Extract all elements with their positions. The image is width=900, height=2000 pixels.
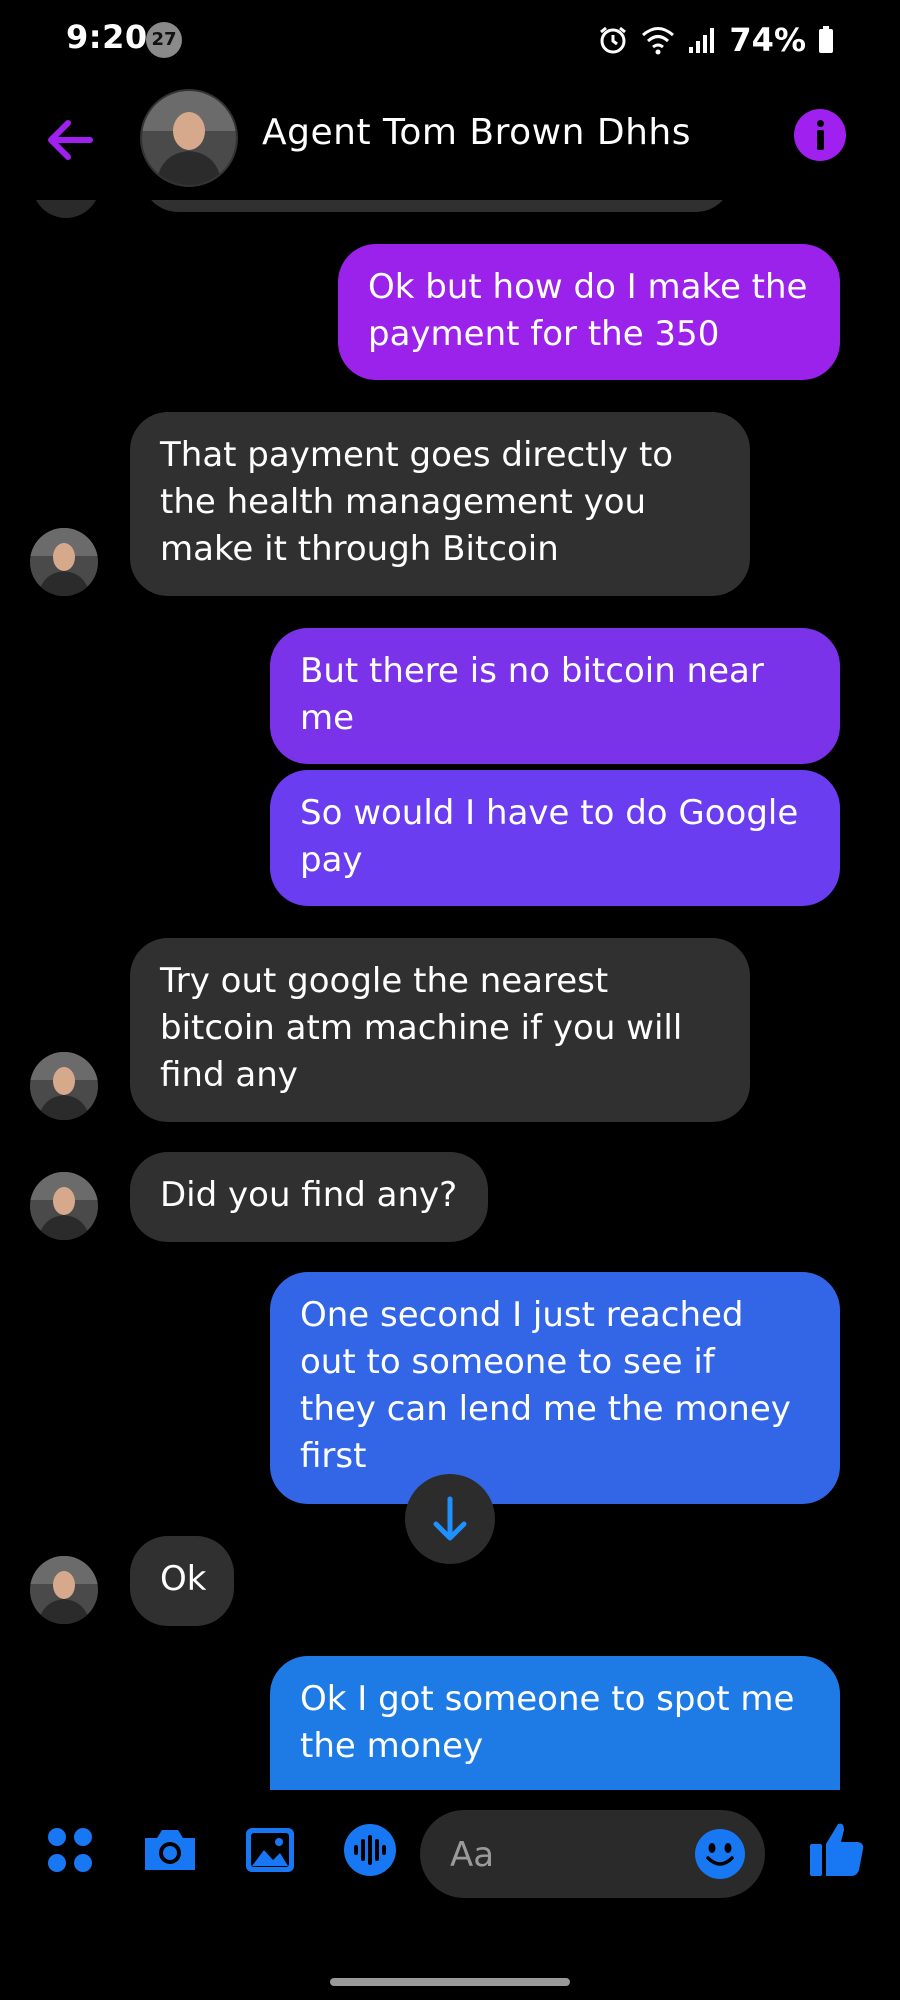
info-icon xyxy=(817,120,824,127)
contact-avatar[interactable] xyxy=(140,89,238,187)
gallery-button[interactable] xyxy=(240,1820,300,1880)
status-bar: 9:20 27 74% xyxy=(0,0,900,82)
message-bubble-outgoing[interactable]: Ok I got someone to spot me the money xyxy=(270,1656,840,1790)
wifi-icon xyxy=(642,27,675,55)
camera-button[interactable] xyxy=(140,1820,200,1880)
arrow-down-icon xyxy=(433,1496,467,1541)
contact-name[interactable]: Agent Tom Brown Dhhs xyxy=(262,112,691,153)
message-bubble-outgoing[interactable]: So would I have to do Google pay xyxy=(270,770,840,906)
emoji-icon[interactable] xyxy=(694,1828,746,1880)
contact-avatar-small[interactable] xyxy=(30,1556,98,1624)
message-bubble-outgoing[interactable]: But there is no bitcoin near me xyxy=(270,628,840,764)
contact-avatar-small[interactable] xyxy=(30,528,98,596)
back-button[interactable] xyxy=(40,110,100,170)
message-bubble-incoming[interactable]: Did you find any? xyxy=(130,1152,488,1242)
like-button[interactable] xyxy=(806,1818,868,1880)
home-indicator[interactable] xyxy=(330,1978,570,1986)
status-time: 9:20 xyxy=(66,18,148,56)
signal-icon xyxy=(689,28,715,53)
camera-icon xyxy=(145,1830,195,1870)
composer-bar xyxy=(0,1790,900,1920)
message-bubble-incoming[interactable]: Try out google the nearest bitcoin atm m… xyxy=(130,938,750,1122)
info-button[interactable] xyxy=(794,109,846,161)
scroll-to-bottom-button[interactable] xyxy=(405,1474,495,1564)
contact-avatar-small[interactable] xyxy=(30,1172,98,1240)
battery-percentage: 74% xyxy=(729,21,806,59)
contact-avatar-small xyxy=(32,200,100,218)
alarm-icon xyxy=(600,26,627,54)
thumbs-up-icon xyxy=(810,1823,864,1876)
message-bubble-incoming[interactable]: Ok xyxy=(130,1536,234,1626)
message-bubble-partial[interactable] xyxy=(142,200,732,212)
contact-avatar-small[interactable] xyxy=(30,1052,98,1120)
person-photo xyxy=(142,91,236,185)
message-bubble-incoming[interactable]: That payment goes directly to the health… xyxy=(130,412,750,596)
status-icons: 74% xyxy=(597,18,834,62)
message-input-box[interactable] xyxy=(420,1810,765,1898)
message-bubble-outgoing[interactable]: Ok but how do I make the payment for the… xyxy=(338,244,840,380)
apps-button[interactable] xyxy=(40,1820,100,1880)
conversation-header: Agent Tom Brown Dhhs xyxy=(0,82,900,200)
battery-icon xyxy=(819,26,833,53)
message-bubble-outgoing[interactable]: One second I just reached out to someone… xyxy=(270,1272,840,1504)
message-input[interactable] xyxy=(448,1828,672,1882)
notification-count-badge: 27 xyxy=(146,22,182,58)
voice-button[interactable] xyxy=(340,1820,400,1880)
voice-icon xyxy=(344,1824,396,1876)
gallery-icon xyxy=(246,1828,294,1872)
apps-icon xyxy=(48,1828,92,1872)
back-arrow-icon xyxy=(48,120,93,160)
